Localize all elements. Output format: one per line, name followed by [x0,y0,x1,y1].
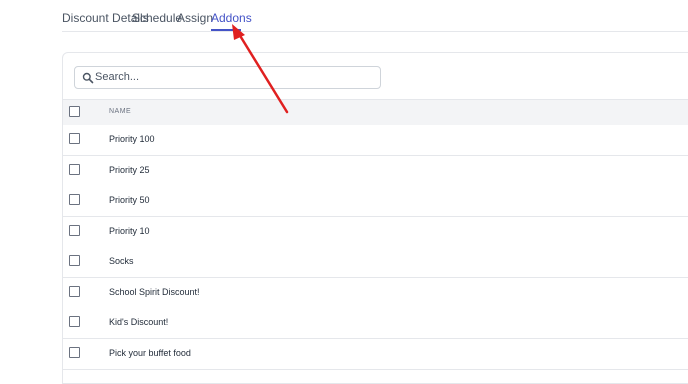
tab-bar: Discount Details Schedule Assign Addons [62,7,688,32]
search-icon [82,71,94,84]
row-name: Priority 100 [109,134,155,144]
search-box[interactable] [74,66,381,89]
table-row[interactable]: Socks [63,247,688,278]
table-row[interactable]: Priority 50 [63,186,688,217]
row-name: Kid's Discount! [109,317,169,327]
row-checkbox[interactable] [69,133,80,144]
row-name: School Spirit Discount! [109,287,200,297]
row-name: Pick your buffet food [109,348,191,358]
select-all-checkbox[interactable] [69,106,80,117]
active-tab-indicator [211,29,241,31]
row-checkbox[interactable] [69,225,80,236]
row-checkbox[interactable] [69,255,80,266]
column-header-name: NAME [109,108,132,115]
row-name: Priority 25 [109,165,150,175]
search-input[interactable] [95,68,365,86]
table-row[interactable]: Priority 25 [63,156,688,187]
tab-assign[interactable]: Assign [177,11,213,25]
row-checkbox[interactable] [69,316,80,327]
table-header: NAME [63,99,688,126]
tab-addons[interactable]: Addons [211,11,252,25]
row-checkbox[interactable] [69,347,80,358]
tab-schedule[interactable]: Schedule [132,11,182,25]
table-row[interactable]: Priority 100 [63,125,688,156]
table-row[interactable]: Priority 10 [63,217,688,248]
table-row[interactable]: Pick your buffet food [63,339,688,370]
table-row[interactable]: School Spirit Discount! [63,278,688,309]
row-checkbox[interactable] [69,164,80,175]
row-name: Priority 50 [109,195,150,205]
row-name: Socks [109,256,134,266]
row-checkbox[interactable] [69,194,80,205]
row-name: Priority 10 [109,226,150,236]
table-row[interactable]: Kid's Discount! [63,308,688,339]
row-checkbox[interactable] [69,286,80,297]
